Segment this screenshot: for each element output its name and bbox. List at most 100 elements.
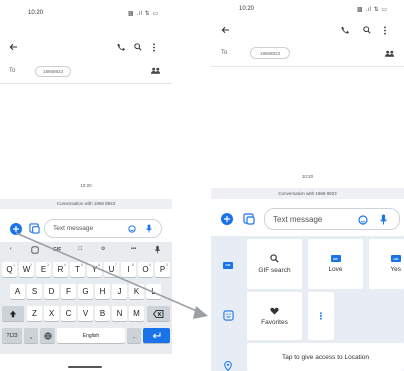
- microphone-icon[interactable]: [146, 224, 152, 233]
- key-y[interactable]: Y6: [87, 262, 102, 277]
- message-timestamp: 10:20: [80, 183, 92, 188]
- home-indicator[interactable]: [68, 366, 102, 368]
- keyboard-gif-button[interactable]: GIF: [53, 247, 61, 253]
- shift-key[interactable]: [2, 306, 24, 321]
- recipient-chip[interactable]: 18668923: [250, 47, 290, 59]
- key-l[interactable]: L: [146, 284, 161, 299]
- clipboard-button[interactable]: ☐: [78, 246, 82, 252]
- back-arrow-icon[interactable]: [221, 26, 230, 34]
- keyboard-collapse-button[interactable]: ‹: [10, 246, 12, 252]
- love-gif-card[interactable]: GIF Love: [308, 239, 363, 289]
- right-phone-screen: 10:20 ▩ .ıl ⇅ ▭ To 18668923 10:20 Conver…: [211, 0, 404, 371]
- key-r[interactable]: R4: [53, 262, 68, 277]
- recipient-chip[interactable]: 18668923: [35, 66, 71, 77]
- key-b[interactable]: B: [95, 306, 110, 321]
- enter-key[interactable]: [143, 328, 170, 343]
- comma-key[interactable]: ,: [24, 328, 38, 343]
- add-people-icon[interactable]: [150, 67, 161, 75]
- key-p-label: P: [159, 265, 166, 274]
- sticker-icon[interactable]: [31, 246, 39, 254]
- key-h[interactable]: H: [95, 284, 110, 299]
- more-vert-icon[interactable]: [152, 43, 156, 52]
- add-attachment-button[interactable]: [221, 213, 233, 225]
- status-time: 10:20: [239, 6, 255, 12]
- favorites-card[interactable]: Favorites: [247, 292, 302, 340]
- key-i-hint: 8: [132, 263, 134, 267]
- key-t[interactable]: T5: [70, 262, 85, 277]
- search-icon[interactable]: [134, 43, 142, 51]
- yes-gif-card[interactable]: GIF Yes: [369, 239, 404, 289]
- key-u[interactable]: U7: [104, 262, 119, 277]
- text-message-placeholder: Text message: [273, 214, 323, 224]
- key-u-label: U: [108, 265, 115, 274]
- heart-icon: [270, 307, 279, 315]
- add-attachment-button[interactable]: [10, 223, 22, 235]
- key-v[interactable]: V: [78, 306, 93, 321]
- gif-search-icon: [270, 254, 279, 263]
- left-phone-screen: 10:20 ▩ .ıl ⇅ ▭ To 18668923 10:20 Conver…: [0, 0, 172, 371]
- key-j[interactable]: J: [112, 284, 127, 299]
- key-o[interactable]: O9: [138, 262, 153, 277]
- keyboard-more-button[interactable]: •••: [131, 246, 136, 252]
- gallery-sticker-icon[interactable]: [29, 223, 40, 234]
- keyboard-row-3: Z X C V B N M: [0, 306, 172, 324]
- space-key[interactable]: English: [57, 328, 125, 343]
- favorites-label: Favorites: [261, 318, 288, 326]
- location-tab[interactable]: [219, 360, 237, 371]
- emoji-icon[interactable]: [128, 225, 136, 233]
- key-n[interactable]: N: [112, 306, 127, 321]
- more-stickers-card[interactable]: ⋮: [308, 292, 334, 340]
- more-stickers-icon: ⋮: [316, 310, 326, 321]
- phone-call-icon[interactable]: [341, 26, 349, 34]
- gallery-sticker-icon[interactable]: [243, 213, 255, 225]
- globe-key[interactable]: [40, 328, 55, 343]
- add-people-icon[interactable]: [384, 50, 395, 58]
- gif-tab[interactable]: GIF: [219, 256, 237, 274]
- key-y-label: Y: [91, 265, 98, 274]
- key-a[interactable]: A: [10, 284, 25, 299]
- phone-call-icon[interactable]: [117, 43, 125, 51]
- key-x[interactable]: X: [44, 306, 59, 321]
- key-w-hint: 2: [30, 263, 32, 267]
- yes-gif-label: Yes: [390, 266, 401, 273]
- message-timestamp: 10:20: [301, 174, 314, 179]
- to-label: To: [221, 50, 228, 56]
- key-f[interactable]: F: [61, 284, 76, 299]
- keyboard-settings-button[interactable]: ⚙: [101, 246, 105, 252]
- location-access-card[interactable]: Tap to give access to Location: [247, 343, 404, 371]
- location-access-text: Tap to give access to Location: [281, 353, 370, 361]
- love-gif-label: Love: [328, 266, 343, 273]
- enter-icon: [152, 332, 161, 339]
- microphone-icon[interactable]: [380, 214, 387, 225]
- key-s[interactable]: S: [27, 284, 42, 299]
- key-q[interactable]: Q1: [2, 262, 17, 277]
- key-d[interactable]: D: [44, 284, 59, 299]
- key-c[interactable]: C: [61, 306, 76, 321]
- key-r-label: R: [57, 265, 64, 274]
- globe-icon: [43, 331, 52, 340]
- period-key[interactable]: .: [127, 328, 141, 343]
- key-i[interactable]: I8: [121, 262, 136, 277]
- key-z[interactable]: Z: [27, 306, 42, 321]
- key-m[interactable]: M: [129, 306, 144, 321]
- key-k[interactable]: K: [129, 284, 144, 299]
- emoji-icon[interactable]: [358, 215, 368, 225]
- backspace-key[interactable]: [147, 306, 170, 321]
- text-message-input[interactable]: Text message: [44, 219, 162, 238]
- key-e[interactable]: E3: [36, 262, 51, 277]
- keyboard-mic-icon[interactable]: [155, 245, 160, 254]
- search-icon[interactable]: [363, 26, 371, 34]
- back-arrow-icon[interactable]: [9, 43, 18, 51]
- gif-search-card[interactable]: GIF search: [247, 239, 302, 289]
- gif-tab-badge: GIF: [223, 261, 233, 269]
- key-g[interactable]: G: [78, 284, 93, 299]
- key-p[interactable]: P0: [155, 262, 170, 277]
- more-vert-icon[interactable]: [383, 26, 387, 35]
- symbols-key[interactable]: ?123: [2, 328, 22, 343]
- text-message-input[interactable]: Text message: [264, 208, 400, 230]
- key-w[interactable]: W2: [19, 262, 34, 277]
- sticker-tab[interactable]: [219, 306, 237, 324]
- status-icons: ▩ .ıl ⇅ ▭: [357, 7, 388, 13]
- key-o-label: O: [142, 265, 149, 274]
- key-e-label: E: [40, 265, 47, 274]
